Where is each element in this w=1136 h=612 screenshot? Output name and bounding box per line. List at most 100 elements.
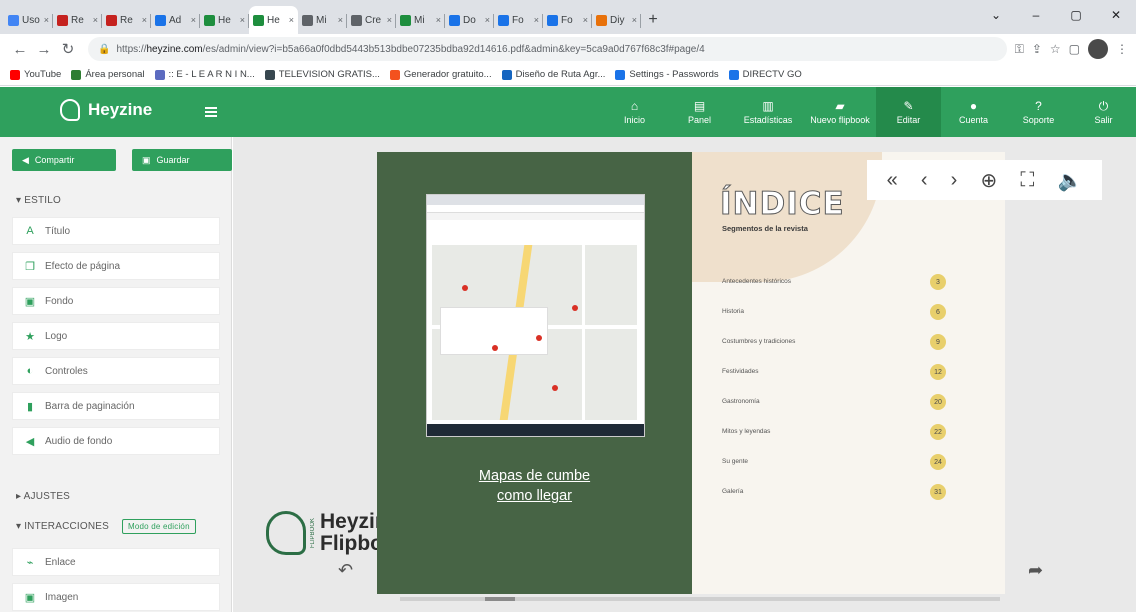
nav-item-cuenta[interactable]: ● Cuenta bbox=[941, 87, 1006, 137]
tab-close-icon[interactable]: × bbox=[632, 15, 637, 25]
minimize-button[interactable]: – bbox=[1016, 0, 1056, 30]
forward-button[interactable]: → bbox=[32, 37, 56, 61]
back-button[interactable]: ← bbox=[8, 37, 32, 61]
tab-close-icon[interactable]: × bbox=[338, 15, 343, 25]
index-entry[interactable]: Historia 6 bbox=[722, 304, 962, 338]
browser-tab[interactable]: He × bbox=[249, 6, 298, 34]
panel-item-fondo[interactable]: ▣ Fondo bbox=[12, 287, 220, 315]
star-bookmark-icon[interactable]: ☆ bbox=[1050, 42, 1061, 56]
browser-tab[interactable]: Fo × bbox=[494, 6, 543, 34]
tab-close-icon[interactable]: × bbox=[142, 15, 147, 25]
index-entry[interactable]: Costumbres y tradiciones 9 bbox=[722, 334, 962, 368]
heyzine-logo[interactable]: Heyzine bbox=[60, 99, 152, 121]
nav-item-soporte[interactable]: ? Soporte bbox=[1006, 87, 1071, 137]
browser-tab[interactable]: Mi × bbox=[396, 6, 445, 34]
menu-icon[interactable] bbox=[205, 107, 217, 117]
tab-close-icon[interactable]: × bbox=[93, 15, 98, 25]
extensions-icon[interactable]: ▢ bbox=[1069, 42, 1080, 56]
map-link[interactable]: Mapas de cumbe como llegar bbox=[377, 466, 692, 506]
fullscreen-icon[interactable]: ⛶ bbox=[1020, 169, 1034, 192]
browser-tab[interactable]: Do × bbox=[445, 6, 494, 34]
section-interacciones[interactable]: ▾ INTERACCIONES Modo de edición bbox=[16, 519, 196, 534]
browser-tab[interactable]: Diy × bbox=[592, 6, 641, 34]
key-icon[interactable]: ⚿ bbox=[1015, 42, 1024, 57]
share-icon[interactable]: ⇪ bbox=[1032, 42, 1042, 56]
nav-label: Cuenta bbox=[958, 115, 989, 125]
browser-tab[interactable]: Re × bbox=[102, 6, 151, 34]
browser-tab[interactable]: Ad × bbox=[151, 6, 200, 34]
bookmark-item[interactable]: Generador gratuito... bbox=[389, 69, 492, 80]
restore-button[interactable]: ▢ bbox=[1056, 0, 1096, 30]
prev-page-icon[interactable]: ‹ bbox=[921, 169, 928, 192]
browser-tab[interactable]: Uso × bbox=[4, 6, 53, 34]
browser-tab[interactable]: Mi × bbox=[298, 6, 347, 34]
browser-tab[interactable]: Cre × bbox=[347, 6, 396, 34]
undo-arrow-icon[interactable]: ↶ bbox=[338, 560, 353, 581]
nav-item-estad-sticas[interactable]: ▥ Estadísticas bbox=[732, 87, 804, 137]
edit-mode-toggle[interactable]: Modo de edición bbox=[122, 519, 196, 534]
nav-label: Salir bbox=[1094, 115, 1113, 125]
page-scrollbar[interactable] bbox=[400, 597, 1000, 601]
tab-close-icon[interactable]: × bbox=[436, 15, 441, 25]
tab-close-icon[interactable]: × bbox=[289, 15, 294, 25]
panel-item-controles[interactable]: ◐ Controles bbox=[12, 357, 220, 385]
index-entry[interactable]: Antecedentes históricos 3 bbox=[722, 274, 962, 308]
panel-item-enlace[interactable]: ⌁ Enlace bbox=[12, 548, 220, 576]
close-window-button[interactable]: ✕ bbox=[1096, 0, 1136, 30]
tab-close-icon[interactable]: × bbox=[387, 15, 392, 25]
sound-icon[interactable]: 🔈 bbox=[1058, 168, 1083, 193]
nav-item-nuevo-flipbook[interactable]: ▰ Nuevo flipbook bbox=[804, 87, 876, 137]
tab-close-icon[interactable]: × bbox=[191, 15, 196, 25]
url-field[interactable]: 🔒 https:// heyzine.com /es/admin/view?i=… bbox=[88, 37, 1007, 61]
profile-avatar[interactable] bbox=[1088, 39, 1108, 59]
zoom-icon[interactable]: ⊕ bbox=[980, 168, 997, 193]
section-ajustes[interactable]: ▸ AJUSTES bbox=[16, 491, 70, 502]
tab-close-icon[interactable]: × bbox=[240, 15, 245, 25]
index-entry-page: 6 bbox=[930, 304, 946, 320]
index-entry[interactable]: Festividades 12 bbox=[722, 364, 962, 398]
panel-item-logo[interactable]: ★ Logo bbox=[12, 322, 220, 350]
tab-label: Re bbox=[120, 14, 133, 26]
bookmark-item[interactable]: Área personal bbox=[71, 69, 145, 80]
tab-close-icon[interactable]: × bbox=[44, 15, 49, 25]
browser-tab[interactable]: Re × bbox=[53, 6, 102, 34]
nav-item-panel[interactable]: ▤ Panel bbox=[667, 87, 732, 137]
tab-close-icon[interactable]: × bbox=[534, 15, 539, 25]
tab-label: Cre bbox=[365, 14, 382, 26]
panel-item-barra-de-paginaci-n[interactable]: ▮ Barra de paginación bbox=[12, 392, 220, 420]
new-tab-button[interactable]: + bbox=[641, 6, 665, 34]
tab-search-icon[interactable]: ⌄ bbox=[976, 0, 1016, 30]
panel-item-t-tulo[interactable]: A Título bbox=[12, 217, 220, 245]
nav-item-salir[interactable]: ⏻ Salir bbox=[1071, 87, 1136, 137]
scrollbar-thumb[interactable] bbox=[485, 597, 515, 601]
bookmark-item[interactable]: YouTube bbox=[10, 69, 61, 80]
index-entry[interactable]: Mitos y leyendas 22 bbox=[722, 424, 962, 458]
viewer-toolbar: « ‹ › ⊕ ⛶ 🔈 bbox=[867, 160, 1102, 200]
index-entry[interactable]: Galería 31 bbox=[722, 484, 962, 518]
index-entry[interactable]: Gastronomía 20 bbox=[722, 394, 962, 428]
reload-button[interactable]: ↻ bbox=[56, 37, 80, 61]
share-button[interactable]: ◀ Compartir bbox=[12, 149, 116, 171]
bookmark-item[interactable]: Diseño de Ruta Agr... bbox=[501, 69, 605, 80]
first-page-icon[interactable]: « bbox=[887, 169, 898, 192]
tab-close-icon[interactable]: × bbox=[485, 15, 490, 25]
browser-tab[interactable]: He × bbox=[200, 6, 249, 34]
bookmark-item[interactable]: :: E - L E A R N I N... bbox=[154, 69, 255, 80]
save-button[interactable]: ▣ Guardar bbox=[132, 149, 232, 171]
browser-tab[interactable]: Fo × bbox=[543, 6, 592, 34]
bookmark-item[interactable]: Settings - Passwords bbox=[615, 69, 719, 80]
panel-item-imagen[interactable]: ▣ Imagen bbox=[12, 583, 220, 611]
nav-item-editar[interactable]: ✎ Editar bbox=[876, 87, 941, 137]
section-estilo[interactable]: ▾ ESTILO bbox=[16, 195, 61, 206]
bookmark-item[interactable]: TELEVISION GRATIS... bbox=[264, 69, 380, 80]
panel-item-audio-de-fondo[interactable]: ◀ Audio de fondo bbox=[12, 427, 220, 455]
bookmark-item[interactable]: DIRECTV GO bbox=[728, 69, 802, 80]
chrome-menu-icon[interactable]: ⋮ bbox=[1116, 42, 1128, 56]
tab-close-icon[interactable]: × bbox=[583, 15, 588, 25]
index-entry[interactable]: Su gente 24 bbox=[722, 454, 962, 488]
nav-item-inicio[interactable]: ⌂ Inicio bbox=[602, 87, 667, 137]
share-arrow-icon[interactable]: ➦ bbox=[1028, 560, 1043, 581]
panel-item-efecto-de-p-gina[interactable]: ❐ Efecto de página bbox=[12, 252, 220, 280]
next-page-icon[interactable]: › bbox=[951, 169, 958, 192]
bookmark-favicon-icon bbox=[615, 69, 626, 80]
